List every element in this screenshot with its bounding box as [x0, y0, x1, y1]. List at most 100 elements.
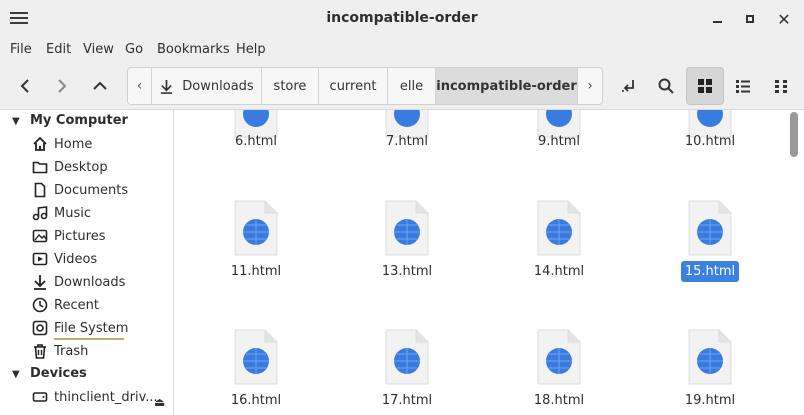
path-scroll-left-button[interactable]: ‹ [128, 68, 152, 104]
section-label: My Computer [30, 113, 128, 128]
sidebar-item-file-system[interactable]: File System [32, 317, 128, 339]
folder-icon [32, 159, 48, 175]
forward-button[interactable] [50, 74, 74, 98]
music-icon [32, 205, 48, 221]
icon-view-button[interactable] [686, 67, 724, 105]
search-icon [658, 78, 674, 94]
download-icon [32, 274, 48, 290]
sidebar-label: Downloads [54, 274, 126, 290]
picture-icon [32, 228, 48, 244]
up-arrow-icon [93, 81, 107, 90]
trash-icon [32, 343, 48, 359]
toolbar: ‹ Downloads store current elle incompati… [0, 62, 804, 110]
menu-edit[interactable]: Edit [46, 42, 71, 57]
sidebar-label: Videos [54, 251, 98, 267]
crumb-current[interactable]: current [319, 68, 388, 104]
sidebar-item-trash[interactable]: Trash [32, 340, 88, 362]
location-icon [622, 80, 634, 92]
file-name: 10.html [684, 134, 736, 149]
selected-file-label: 15.html [680, 261, 740, 282]
menu-view[interactable]: View [83, 42, 114, 57]
menu-bar: File Edit View Go Bookmarks Help [0, 38, 804, 62]
sidebar-item-home[interactable]: Home [32, 133, 92, 155]
sidebar-label: Trash [54, 343, 89, 359]
window-title: incompatible-order [326, 10, 478, 26]
crumb-store[interactable]: store [262, 68, 319, 104]
sidebar-item-thinclient-drive[interactable]: thinclient_driv... [32, 386, 158, 408]
list-view-button[interactable] [724, 67, 762, 105]
sidebar-label: thinclient_driv... [54, 389, 158, 405]
up-button[interactable] [88, 74, 112, 98]
sidebar-item-downloads[interactable]: Downloads [32, 271, 125, 293]
sidebar-item-pictures[interactable]: Pictures [32, 225, 105, 247]
file-name: 15.html [660, 261, 760, 282]
html-file-icon [234, 200, 278, 256]
path-scroll-right-button[interactable]: › [578, 68, 602, 104]
file-name: 9.html [537, 134, 580, 149]
devices-header[interactable]: ▼ Devices [12, 366, 87, 381]
crumb-elle[interactable]: elle [388, 68, 436, 104]
maximize-button[interactable] [740, 9, 760, 29]
crumb-incompatible-order[interactable]: incompatible-order [436, 68, 578, 104]
forward-arrow-icon [58, 79, 67, 93]
back-arrow-icon [20, 79, 29, 93]
minimize-button[interactable] [707, 9, 727, 29]
drive-icon [32, 389, 48, 405]
file-name: 14.html [533, 264, 585, 279]
file-name: 6.html [234, 134, 277, 149]
file-name: 18.html [533, 393, 585, 408]
chevron-down-icon: ▼ [12, 369, 20, 380]
list-view-icon [736, 80, 750, 93]
sidebar-label: Recent [54, 297, 99, 313]
file-name: 7.html [385, 134, 428, 149]
html-file-icon [688, 329, 732, 385]
title-bar: incompatible-order ✕ [0, 0, 804, 38]
menu-file[interactable]: File [10, 42, 32, 57]
sidebar-label: Pictures [54, 228, 106, 244]
sidebar-label: Desktop [54, 159, 108, 175]
sidebar-item-desktop[interactable]: Desktop [32, 156, 108, 178]
file-grid: 6.html 7.html 9.html 10.html 11.html 13.… [175, 110, 804, 415]
back-button[interactable] [13, 74, 37, 98]
file-name: 17.html [381, 393, 433, 408]
sidebar-item-recent[interactable]: Recent [32, 294, 99, 316]
clock-icon [32, 297, 48, 313]
crumb-downloads[interactable]: Downloads [152, 68, 262, 104]
file-name: 11.html [230, 264, 282, 279]
eject-icon[interactable]: ⏏ [154, 395, 165, 409]
sidebar-item-music[interactable]: Music [32, 202, 91, 224]
html-file-icon [688, 200, 732, 256]
grid-view-icon [698, 79, 712, 93]
drive-icon [32, 320, 48, 336]
compact-view-button[interactable] [762, 67, 800, 105]
sidebar-item-documents[interactable]: Documents [32, 179, 128, 201]
home-icon [32, 136, 48, 152]
html-file-icon [537, 329, 581, 385]
document-icon [32, 182, 48, 198]
my-computer-header[interactable]: ▼ My Computer [12, 113, 128, 128]
menu-go[interactable]: Go [125, 42, 143, 57]
html-file-icon [537, 200, 581, 256]
path-bar: ‹ Downloads store current elle incompati… [127, 67, 603, 105]
html-file-icon [385, 329, 429, 385]
menu-bookmarks[interactable]: Bookmarks [157, 42, 230, 57]
section-label: Devices [30, 366, 87, 381]
html-file-icon [234, 329, 278, 385]
vertical-scrollbar[interactable] [790, 112, 798, 157]
html-file-icon [385, 200, 429, 256]
video-icon [32, 251, 48, 267]
download-icon [161, 79, 173, 94]
menu-help[interactable]: Help [236, 42, 266, 57]
file-name: 13.html [381, 264, 433, 279]
sidebar-label: Music [54, 205, 91, 221]
sidebar-item-videos[interactable]: Videos [32, 248, 97, 270]
crumb-label: Downloads [182, 78, 254, 94]
search-button[interactable] [647, 67, 685, 105]
file-name: 16.html [230, 393, 282, 408]
close-button[interactable]: ✕ [774, 9, 794, 29]
chevron-down-icon: ▼ [12, 116, 20, 127]
sidebar-label: Documents [54, 182, 129, 198]
sidebar-label: Home [54, 136, 93, 152]
file-name: 19.html [684, 393, 736, 408]
open-location-button[interactable] [610, 67, 648, 105]
